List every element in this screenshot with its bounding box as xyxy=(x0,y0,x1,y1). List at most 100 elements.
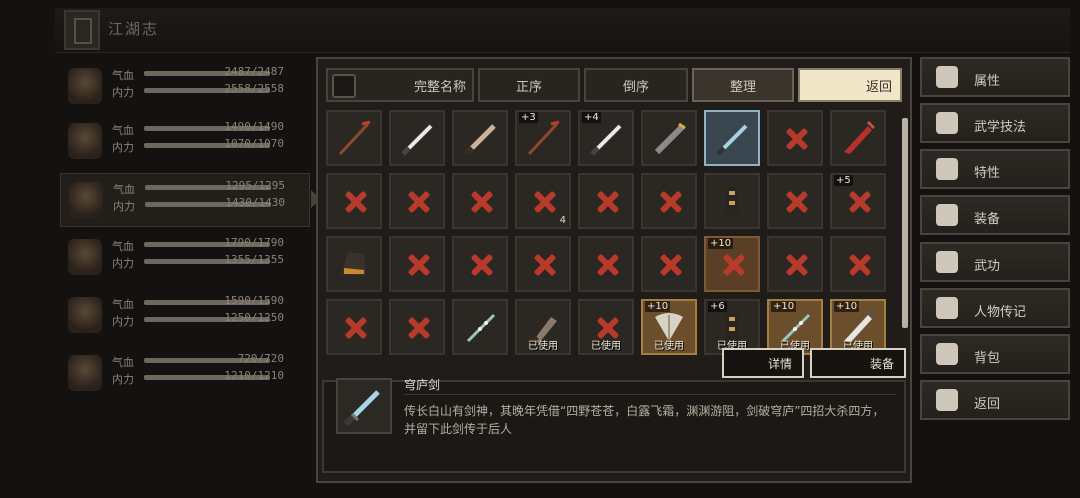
page-title: 江湖志 xyxy=(108,20,160,38)
side-menu-label: 属性 xyxy=(974,74,1001,89)
item-slot[interactable] xyxy=(515,236,571,292)
item-slot[interactable] xyxy=(767,173,823,229)
full-name-checkbox[interactable] xyxy=(332,74,356,98)
equipment-icon xyxy=(936,204,958,226)
side-menu-label: 武学技法 xyxy=(974,120,1027,135)
item-slot[interactable]: 已使用 xyxy=(515,299,571,355)
item-slot[interactable] xyxy=(389,236,445,292)
sword-blue-icon xyxy=(716,124,748,156)
item-slot[interactable] xyxy=(452,236,508,292)
item-slot[interactable]: 4 xyxy=(515,173,571,229)
item-slot[interactable] xyxy=(326,236,382,292)
item-slot[interactable]: +6 已使用 xyxy=(704,299,760,355)
item-slot[interactable]: +10 已使用 xyxy=(830,299,886,355)
character-row[interactable]: 气血 2487/2487 内力 2558/2558 xyxy=(60,60,308,112)
x-icon xyxy=(838,244,878,284)
side-menu-item[interactable]: 人物传记 xyxy=(920,288,1070,328)
character-row[interactable]: 气血 1490/1490 内力 1070/1070 xyxy=(60,115,308,167)
item-slot[interactable] xyxy=(641,236,697,292)
hp-value: 720/720 xyxy=(237,352,284,365)
item-slot[interactable]: 已使用 xyxy=(578,299,634,355)
item-slot[interactable]: +5 xyxy=(830,173,886,229)
side-menu-label: 武功 xyxy=(974,259,1001,274)
item-slot[interactable]: +10 xyxy=(704,236,760,292)
x-icon xyxy=(586,244,626,284)
side-menu-item[interactable]: 武功 xyxy=(920,242,1070,282)
item-slot[interactable] xyxy=(389,299,445,355)
character-avatar xyxy=(68,297,102,333)
spear-icon xyxy=(338,120,371,156)
mp-label: 内力 xyxy=(112,86,134,99)
item-slot[interactable] xyxy=(641,173,697,229)
character-avatar xyxy=(69,182,103,218)
item-slot[interactable] xyxy=(830,236,886,292)
x-icon xyxy=(775,181,815,221)
x-icon xyxy=(334,307,374,347)
sort-button[interactable]: 整理 xyxy=(692,68,794,102)
claw-icon xyxy=(726,187,738,215)
character-avatar xyxy=(68,68,102,104)
detail-button[interactable]: 详情 xyxy=(722,348,804,378)
item-slot[interactable] xyxy=(704,110,760,166)
side-menu-item[interactable]: 返回 xyxy=(920,380,1070,420)
item-slot[interactable] xyxy=(326,299,382,355)
mp-label: 内力 xyxy=(113,200,135,213)
character-row[interactable]: 气血 1590/1590 内力 1250/1250 xyxy=(60,289,308,341)
equip-button[interactable]: 装备 xyxy=(810,348,906,378)
side-menu-label: 返回 xyxy=(974,397,1001,412)
item-slot[interactable] xyxy=(767,236,823,292)
x-icon xyxy=(397,307,437,347)
mp-label: 内力 xyxy=(112,315,134,328)
character-row[interactable]: 气血 1295/1295 内力 1430/1430 xyxy=(60,173,321,227)
item-slot[interactable] xyxy=(326,110,382,166)
top-bar xyxy=(55,8,1070,53)
item-slot[interactable] xyxy=(704,173,760,229)
character-row[interactable]: 气血 1790/1790 内力 1355/1355 xyxy=(60,231,308,283)
x-icon xyxy=(649,181,689,221)
x-icon xyxy=(460,244,500,284)
hp-value: 2487/2487 xyxy=(224,65,284,78)
back-button[interactable]: 返回 xyxy=(798,68,902,102)
item-slot[interactable] xyxy=(389,173,445,229)
x-icon xyxy=(334,181,374,221)
item-slot[interactable] xyxy=(452,299,508,355)
enhance-level: +10 xyxy=(834,301,860,312)
side-menu-item[interactable]: 装备 xyxy=(920,195,1070,235)
side-menu-item[interactable]: 属性 xyxy=(920,57,1070,97)
enhance-level: +10 xyxy=(771,301,797,312)
item-slot[interactable]: +10 已使用 xyxy=(641,299,697,355)
mp-value: 1355/1355 xyxy=(224,253,284,266)
item-slot[interactable] xyxy=(452,110,508,166)
mp-label: 内力 xyxy=(112,141,134,154)
scrollbar[interactable] xyxy=(902,118,908,328)
item-slot[interactable]: +3 xyxy=(515,110,571,166)
item-slot[interactable] xyxy=(578,173,634,229)
book-icon xyxy=(64,10,100,50)
return-icon xyxy=(936,389,958,411)
item-slot[interactable] xyxy=(767,110,823,166)
side-menu-item[interactable]: 背包 xyxy=(920,334,1070,374)
side-menu-item[interactable]: 武学技法 xyxy=(920,103,1070,143)
side-menu-item[interactable]: 特性 xyxy=(920,149,1070,189)
enhance-level: +10 xyxy=(645,301,671,312)
sword-white-icon xyxy=(401,124,433,156)
item-slot[interactable] xyxy=(578,236,634,292)
item-slot[interactable]: +10 已使用 xyxy=(767,299,823,355)
desc-button[interactable]: 倒序 xyxy=(584,68,688,102)
x-icon xyxy=(649,244,689,284)
hp-label: 气血 xyxy=(112,124,134,137)
item-slot[interactable]: +4 xyxy=(578,110,634,166)
mp-value: 1250/1250 xyxy=(224,311,284,324)
item-slot[interactable] xyxy=(452,173,508,229)
asc-button[interactable]: 正序 xyxy=(478,68,580,102)
item-slot[interactable] xyxy=(389,110,445,166)
item-slot[interactable] xyxy=(326,173,382,229)
mp-label: 内力 xyxy=(112,257,134,270)
hp-value: 1490/1490 xyxy=(224,120,284,133)
item-slot[interactable] xyxy=(641,110,697,166)
character-row[interactable]: 气血 720/720 内力 1210/1210 xyxy=(60,347,308,399)
gauntlet-icon xyxy=(342,252,366,276)
hp-value: 1295/1295 xyxy=(225,179,285,192)
x-icon xyxy=(712,244,752,284)
item-slot[interactable] xyxy=(830,110,886,166)
